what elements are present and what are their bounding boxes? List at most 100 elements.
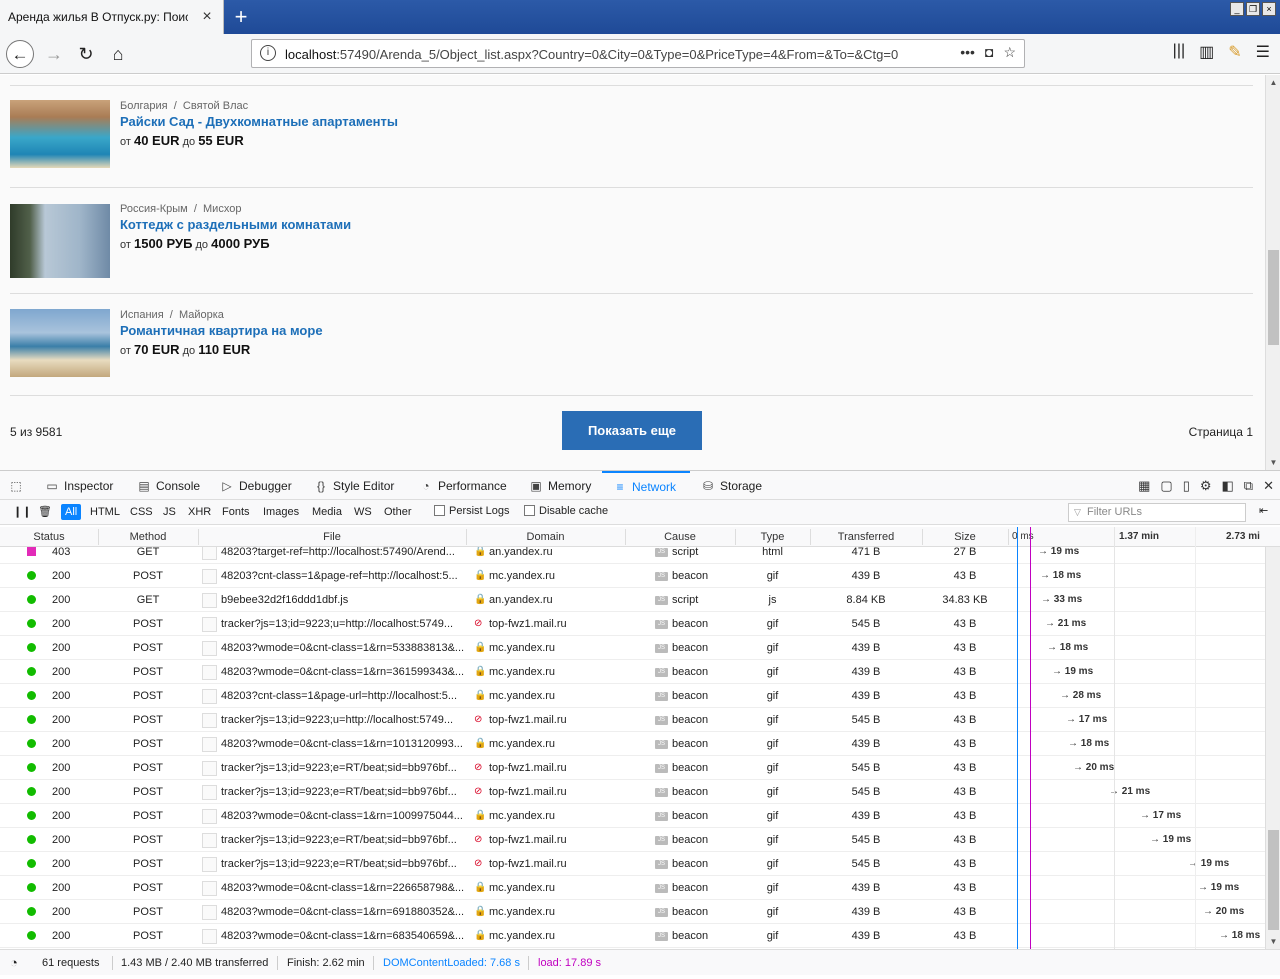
dock-side-icon[interactable]: ◧ (1222, 478, 1234, 494)
disable-cache-checkbox[interactable]: Disable cache (524, 505, 608, 517)
column-cause[interactable]: Cause (625, 527, 735, 547)
new-tab-icon[interactable]: + (228, 4, 254, 30)
column-method[interactable]: Method (98, 527, 198, 547)
clear-trash-icon[interactable]: 🗑 (34, 504, 56, 520)
back-icon[interactable]: ← (6, 40, 34, 68)
table-row[interactable]: 200 POST 48203?wmode=0&cnt-class=1&rn=1013… (0, 732, 1265, 756)
close-tab-icon[interactable]: × (199, 9, 215, 25)
persist-logs-checkbox[interactable]: Persist Logs (434, 505, 510, 517)
library-icon[interactable]: ||| (1173, 42, 1185, 62)
filter-ws[interactable]: WS (350, 504, 376, 520)
table-row[interactable]: 200 POST tracker?js=13;id=9223;e=RT/beat;s… (0, 756, 1265, 780)
filter-urls-input[interactable]: Filter URLs (1068, 503, 1246, 522)
status-code: 200 (52, 786, 71, 798)
performance-analysis-icon[interactable]: ◔ (10, 950, 18, 976)
responsive-icon[interactable]: ▯ (1183, 478, 1190, 494)
close-window-icon[interactable]: × (1262, 2, 1276, 16)
request-file: 48203?cnt-class=1&page-url=http://localh… (221, 690, 458, 702)
more-actions-icon[interactable]: ••• (960, 44, 975, 61)
extension-icon[interactable]: ✎ (1228, 42, 1241, 62)
table-row[interactable]: 200 POST 48203?wmode=0&cnt-class=1&rn=5338… (0, 636, 1265, 660)
listing-title-link[interactable]: Райски Сад - Двухкомнатные апартаменты (120, 114, 398, 129)
page-scrollbar[interactable]: ▲ ▼ (1265, 75, 1280, 470)
toggle-details-icon[interactable]: ⇤ (1255, 503, 1272, 519)
restore-icon[interactable]: ❐ (1246, 2, 1260, 16)
column-domain[interactable]: Domain (466, 527, 625, 547)
table-row[interactable]: 200 POST 48203?wmode=0&cnt-class=1&rn=2266… (0, 876, 1265, 900)
table-row[interactable]: 200 POST 48203?wmode=0&cnt-class=1&rn=1009… (0, 804, 1265, 828)
request-transferred: 439 B (851, 642, 881, 654)
table-row[interactable]: 200 POST tracker?js=13;id=9223;e=RT/beat;s… (0, 828, 1265, 852)
scroll-down-icon[interactable]: ▼ (1266, 455, 1280, 470)
filter-images[interactable]: Images (259, 504, 303, 520)
reload-icon[interactable]: ↻ (72, 40, 100, 68)
menu-icon[interactable]: ☰ (1256, 42, 1270, 62)
filter-css[interactable]: CSS (126, 504, 157, 520)
tab-console[interactable]: ▤ Console (136, 471, 200, 501)
info-icon[interactable]: i (260, 45, 276, 61)
tab-memory[interactable]: ▣ Memory (528, 471, 591, 501)
forward-icon[interactable]: → (40, 40, 68, 68)
filter-media[interactable]: Media (308, 504, 346, 520)
column-size[interactable]: Size (922, 527, 1008, 547)
filter-all[interactable]: All (61, 504, 82, 520)
scroll-down-icon[interactable]: ▼ (1266, 934, 1280, 949)
request-list-scrollbar[interactable]: ▼ (1265, 547, 1280, 949)
pause-icon[interactable]: ❙❙ (9, 504, 35, 520)
filter-fonts[interactable]: Fonts (218, 504, 254, 520)
scroll-up-icon[interactable]: ▲ (1266, 75, 1280, 90)
column-status[interactable]: Status (0, 527, 98, 547)
listing-title-link[interactable]: Коттедж с раздельными комнатами (120, 217, 351, 232)
filter-html[interactable]: HTML (86, 504, 124, 520)
request-file: tracker?js=13;id=9223;e=RT/beat;sid=bb97… (221, 786, 457, 798)
table-row[interactable]: 200 POST tracker?js=13;id=9223;e=RT/beat;s… (0, 852, 1265, 876)
close-devtools-icon[interactable]: ✕ (1263, 478, 1274, 494)
tab-performance[interactable]: ◔ Performance (418, 471, 506, 501)
filter-other[interactable]: Other (380, 504, 416, 520)
column-transferred[interactable]: Transferred (810, 527, 922, 547)
request-file: tracker?js=13;id=9223;e=RT/beat;sid=bb97… (221, 834, 457, 846)
tab-debugger[interactable]: ▷ Debugger (219, 471, 291, 501)
scroll-thumb[interactable] (1268, 830, 1279, 930)
tab-inspector[interactable]: ▭ Inspector (44, 471, 113, 501)
insecure-lock-icon: ⊘ (474, 786, 483, 797)
minimize-icon[interactable]: _ (1230, 2, 1244, 16)
tab-storage[interactable]: ⛁ Storage (700, 471, 762, 501)
settings-gear-icon[interactable]: ⚙ (1200, 478, 1212, 494)
table-row[interactable]: 200 GET b9ebee32d2f16ddd1dbf.js 🔒 an.yandex.… (0, 588, 1265, 612)
show-more-button[interactable]: Показать еще (562, 411, 702, 450)
column-type[interactable]: Type (735, 527, 810, 547)
table-row[interactable]: 200 POST tracker?js=13;id=9223;u=http://lo… (0, 612, 1265, 636)
separate-window-icon[interactable]: ⧉ (1244, 478, 1253, 494)
url-bar[interactable]: i localhost:57490/Arenda_5/Object_list.a… (251, 39, 1025, 68)
table-row[interactable]: 200 POST 48203?wmode=0&cnt-class=1&rn=6835… (0, 924, 1265, 948)
filter-js[interactable]: JS (159, 504, 180, 520)
tab-network[interactable]: ≡ Network (602, 471, 690, 501)
table-row[interactable]: 200 POST 48203?cnt-class=1&page-ref=http:/… (0, 564, 1265, 588)
frame-select-icon[interactable]: ▢ (1160, 478, 1172, 494)
listing-photo[interactable] (10, 309, 110, 377)
table-row[interactable]: 200 POST 48203?cnt-class=1&page-url=http:/… (0, 684, 1265, 708)
bookmark-star-icon[interactable]: ☆ (1003, 44, 1016, 61)
table-row[interactable]: 200 POST tracker?js=13;id=9223;u=http://lo… (0, 708, 1265, 732)
tab-style-editor[interactable]: {} Style Editor (313, 471, 394, 501)
listing-photo[interactable] (10, 100, 110, 168)
listing-title-link[interactable]: Романтичная квартира на море (120, 323, 323, 338)
table-row[interactable]: 403 GET 48203?target-ref=http://localhost:… (0, 547, 1265, 564)
listing-photo[interactable] (10, 204, 110, 278)
network-icon: ≡ (616, 480, 624, 494)
table-row[interactable]: 200 POST tracker?js=13;id=9223;e=RT/beat;s… (0, 780, 1265, 804)
element-picker-icon[interactable]: ⬚ (8, 471, 28, 501)
scroll-thumb[interactable] (1268, 250, 1279, 345)
file-thumbnail-icon (202, 833, 217, 848)
pocket-icon[interactable]: ◘ (985, 44, 993, 61)
filter-xhr[interactable]: XHR (184, 504, 215, 520)
column-file[interactable]: File (198, 527, 466, 547)
sidebar-icon[interactable]: ▥ (1199, 42, 1214, 62)
split-console-icon[interactable]: ▦ (1138, 478, 1150, 494)
home-icon[interactable]: ⌂ (104, 40, 132, 68)
table-row[interactable]: 200 POST 48203?wmode=0&cnt-class=1&rn=3615… (0, 660, 1265, 684)
divider (10, 187, 1253, 188)
table-row[interactable]: 200 POST 48203?wmode=0&cnt-class=1&rn=6918… (0, 900, 1265, 924)
browser-tab[interactable]: Аренда жилья В Отпуск.ру: Поиск об × (0, 0, 224, 34)
